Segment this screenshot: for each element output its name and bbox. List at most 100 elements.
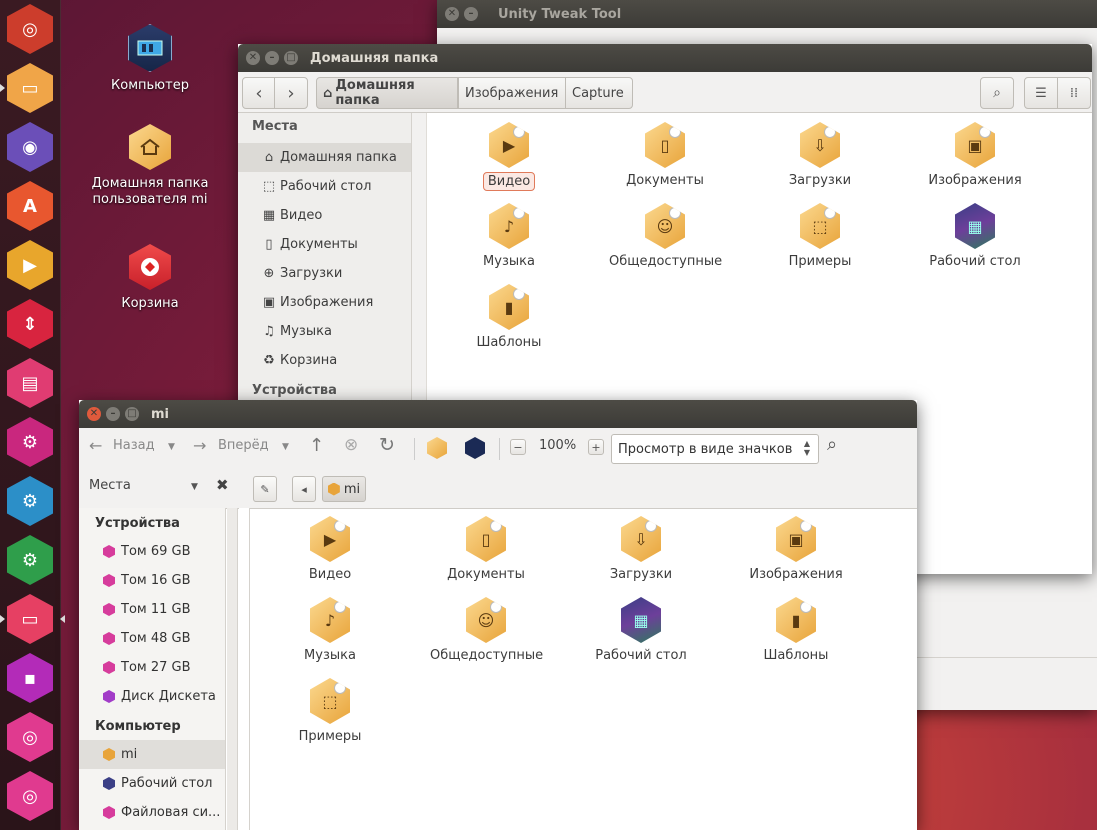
folder-pictures[interactable]: ▣ Изображения (736, 516, 856, 583)
sidebar-item-documents[interactable]: ▯ Документы (238, 230, 411, 259)
places-selector[interactable]: Места (89, 478, 131, 493)
sidebar-item-device[interactable]: Том 27 GB (79, 653, 225, 682)
folder-downloads[interactable]: ⇩ Загрузки (760, 122, 880, 189)
stop-icon[interactable]: ⊗ (344, 435, 358, 455)
mi-window: ✕ – □ mi ← Назад ▼ → Вперёд ▼ ↑ ⊗ ↻ − 10… (79, 400, 917, 830)
maximize-button[interactable]: □ (125, 407, 139, 421)
launcher-item[interactable]: ▭ (0, 63, 55, 113)
folder-examples[interactable]: ⬚ Примеры (760, 203, 880, 270)
sidebar-item-trash[interactable]: ♻ Корзина (238, 346, 411, 375)
sidebar-item-computer[interactable]: Файловая си... (79, 798, 225, 827)
launcher-item[interactable]: ⚙ (5, 535, 55, 585)
reload-icon[interactable]: ↻ (379, 434, 395, 456)
launcher-item[interactable]: ◉ (5, 122, 55, 172)
minimize-button[interactable]: – (464, 7, 478, 21)
launcher-item[interactable]: ◎ (5, 771, 55, 821)
forward-button[interactable]: Вперёд (218, 438, 269, 453)
close-sidebar-icon[interactable]: ✖ (216, 476, 229, 494)
launcher-item[interactable]: ▭ (0, 594, 65, 644)
folder-templates[interactable]: ▮ Шаблоны (449, 284, 569, 351)
computer-button[interactable] (465, 437, 485, 459)
places-dropdown-icon[interactable]: ▼ (191, 482, 198, 492)
search-icon[interactable]: ⌕ (827, 434, 837, 455)
sidebar-item-device[interactable]: Том 16 GB (79, 566, 225, 595)
update-manager-icon: ⚙ (7, 535, 53, 585)
folder-documents[interactable]: ▯ Документы (605, 122, 725, 189)
folder-music[interactable]: ♪ Музыка (270, 597, 390, 664)
launcher-item[interactable]: ▪ (5, 653, 55, 703)
folder-templates[interactable]: ▮ Шаблоны (736, 597, 856, 664)
path-button-mi[interactable]: mi (322, 476, 366, 502)
folder-downloads[interactable]: ⇩ Загрузки (581, 516, 701, 583)
folder-public[interactable]: ☺ Общедоступные (426, 597, 546, 664)
up-arrow-icon[interactable]: ↑ (309, 435, 324, 456)
sidebar-item-device[interactable]: Том 69 GB (79, 537, 225, 566)
home-icon: ⌂ (264, 150, 274, 165)
search-button[interactable]: ⌕ (980, 77, 1014, 109)
download-icon: ⊕ (263, 266, 275, 281)
sidebar-item-downloads[interactable]: ⊕ Загрузки (238, 259, 411, 288)
sidebar-item-device[interactable]: Диск Дискета (79, 682, 225, 711)
chevron-left-icon: ‹ (255, 82, 263, 104)
launcher-item[interactable]: A (5, 181, 55, 231)
folder-music[interactable]: ♪ Музыка (449, 203, 569, 270)
close-button[interactable]: ✕ (87, 407, 101, 421)
breadcrumb-home[interactable]: ⌂ Домашняя папка (316, 77, 458, 109)
list-view-button[interactable]: ☰ (1024, 77, 1058, 109)
launcher-item[interactable]: ⚙ (5, 417, 55, 467)
grid-view-button[interactable]: ⁞⁞ (1057, 77, 1091, 109)
launcher-item[interactable]: ▤ (5, 358, 55, 408)
documents-folder-icon: ▯ (645, 122, 685, 168)
zoom-out-button[interactable]: − (510, 439, 526, 455)
breadcrumb-capture[interactable]: Capture (565, 77, 633, 109)
drive-icon (103, 661, 115, 674)
folder-desktop[interactable]: ▦ Рабочий стол (581, 597, 701, 664)
desktop-trash[interactable]: Корзина (80, 244, 220, 312)
breadcrumb-images[interactable]: Изображения (458, 77, 567, 109)
folder-videos[interactable]: ▶ Видео (270, 516, 390, 583)
maximize-button[interactable]: □ (284, 51, 298, 65)
sidebar-item-device[interactable]: Том 48 GB (79, 624, 225, 653)
sidebar-item-desktop[interactable]: ⬚ Рабочий стол (238, 172, 411, 201)
view-mode-select[interactable]: Просмотр в виде значков ▲ ▼ (611, 434, 819, 464)
sidebar-item-pictures[interactable]: ▣ Изображения (238, 288, 411, 317)
zoom-in-button[interactable]: + (588, 439, 604, 455)
sidebar-scrollbar[interactable] (227, 508, 238, 830)
close-button[interactable]: ✕ (246, 51, 260, 65)
folder-desktop[interactable]: ▦ Рабочий стол (915, 203, 1035, 270)
desktop-home-folder[interactable]: Домашняя папка пользователя mi (80, 124, 220, 208)
launcher-item[interactable]: ◎ (5, 712, 55, 762)
sidebar-item-computer[interactable]: mi (79, 740, 225, 769)
folder-pictures[interactable]: ▣ Изображения (915, 122, 1035, 189)
plus-icon: + (591, 440, 601, 454)
folder-videos[interactable]: ▶ Видео (449, 122, 569, 191)
path-left-button[interactable]: ◂ (292, 476, 316, 502)
emblem-icon (824, 126, 836, 138)
launcher-item[interactable]: ▶ (5, 240, 55, 290)
minimize-button[interactable]: – (106, 407, 120, 421)
folder-public[interactable]: ☺ Общедоступные (605, 203, 725, 270)
desktop-computer[interactable]: Компьютер (80, 24, 220, 94)
minimize-button[interactable]: – (265, 51, 279, 65)
back-button[interactable]: ‹ (242, 77, 276, 109)
launcher-item[interactable]: ◎ (5, 4, 55, 54)
back-button[interactable]: Назад (113, 438, 155, 453)
sidebar-item-music[interactable]: ♫ Музыка (238, 317, 411, 346)
sidebar-item-computer[interactable]: Рабочий стол (79, 769, 225, 798)
edit-location-button[interactable]: ✎ (253, 476, 277, 502)
sidebar-item-home[interactable]: ⌂ Домашняя папка (238, 143, 411, 172)
desktop-computer-label: Компьютер (111, 78, 189, 93)
window-title: mi (151, 406, 170, 422)
back-dropdown-icon[interactable]: ▼ (168, 442, 175, 452)
launcher-item[interactable]: ⚙ (5, 476, 55, 526)
launcher-item[interactable]: ⇕ (5, 299, 55, 349)
folder-documents[interactable]: ▯ Документы (426, 516, 546, 583)
forward-dropdown-icon[interactable]: ▼ (282, 442, 289, 452)
folder-examples[interactable]: ⬚ Примеры (270, 678, 390, 745)
forward-button[interactable]: › (274, 77, 308, 109)
downloads-folder-icon: ⇩ (621, 516, 661, 562)
sidebar-item-device[interactable]: Том 11 GB (79, 595, 225, 624)
home-button[interactable] (427, 437, 447, 459)
sidebar-item-videos[interactable]: ▦ Видео (238, 201, 411, 230)
close-button[interactable]: ✕ (445, 7, 459, 21)
